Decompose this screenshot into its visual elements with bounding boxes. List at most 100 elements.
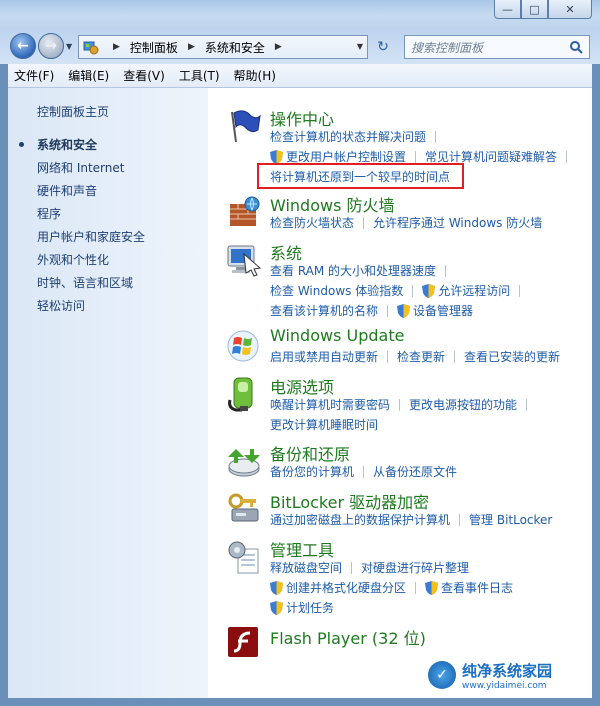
- sidebar-item-system-security[interactable]: 系统和安全: [37, 136, 97, 153]
- menu-help[interactable]: 帮助(H): [234, 67, 276, 84]
- computer-icon: [227, 245, 262, 277]
- forward-button[interactable]: →: [38, 33, 64, 59]
- link-experience-index[interactable]: 检查 Windows 体验指数: [270, 282, 403, 299]
- sidebar-item-ease-of-access[interactable]: 轻松访问: [37, 297, 85, 314]
- menu-file[interactable]: 文件(F): [14, 67, 54, 84]
- flag-icon: [231, 110, 261, 143]
- sidebar-item-user-accounts[interactable]: 用户帐户和家庭安全: [37, 228, 145, 245]
- separator: [445, 264, 447, 277]
- close-button[interactable]: ✕: [548, 0, 592, 19]
- link-defragment[interactable]: 对硬盘进行碎片整理: [361, 559, 469, 576]
- breadcrumb-separator-icon[interactable]: ▶: [188, 42, 195, 52]
- sidebar-item-home[interactable]: 控制面板主页: [37, 103, 109, 120]
- sidebar-item-appearance[interactable]: 外观和个性化: [37, 251, 109, 268]
- link-row: 更改计算机睡眠时间: [270, 416, 378, 433]
- history-dropdown-icon[interactable]: ▼: [66, 42, 72, 51]
- link-check-updates[interactable]: 检查更新: [397, 348, 445, 365]
- link-sleep-time[interactable]: 更改计算机睡眠时间: [270, 416, 378, 433]
- link-encrypt-disk[interactable]: 通过加密磁盘上的数据保护计算机: [270, 511, 450, 528]
- menu-edit[interactable]: 编辑(E): [68, 67, 109, 84]
- category-title[interactable]: 电源选项: [270, 374, 334, 398]
- link-backup-computer[interactable]: 备份您的计算机: [270, 463, 354, 480]
- link-event-log[interactable]: 查看事件日志: [441, 579, 513, 596]
- watermark-url: www.yidaimei.com: [462, 680, 547, 691]
- category-title[interactable]: Flash Player (32 位): [270, 625, 426, 649]
- link-view-ram[interactable]: 查看 RAM 的大小和处理器速度: [270, 262, 436, 279]
- link-wake-password[interactable]: 唤醒计算机时需要密码: [270, 396, 390, 413]
- link-computer-name[interactable]: 查看该计算机的名称: [270, 302, 378, 319]
- link-scheduled-tasks[interactable]: 计划任务: [286, 599, 334, 616]
- link-row: 唤醒计算机时需要密码 更改电源按钮的功能: [270, 396, 536, 413]
- sidebar-item-network[interactable]: 网络和 Internet: [37, 159, 124, 176]
- arrow-right-icon: →: [45, 38, 57, 54]
- control-panel-icon: [83, 41, 99, 55]
- bitlocker-icon: [228, 493, 259, 522]
- breadcrumb-separator-icon[interactable]: ▶: [113, 42, 120, 52]
- active-bullet-icon: [19, 142, 24, 147]
- link-allow-program[interactable]: 允许程序通过 Windows 防火墙: [373, 214, 542, 231]
- separator: [399, 398, 401, 411]
- link-row: 释放磁盘空间 对硬盘进行碎片整理: [270, 559, 469, 576]
- uac-shield-icon: [425, 580, 439, 595]
- category-title[interactable]: BitLocker 驱动器加密: [270, 489, 429, 513]
- breadcrumb-control-panel[interactable]: 控制面板: [130, 39, 178, 56]
- separator: [351, 561, 353, 574]
- uac-shield-icon: [270, 149, 283, 164]
- link-power-button[interactable]: 更改电源按钮的功能: [409, 396, 517, 413]
- separator: [387, 304, 389, 317]
- caption-buttons: — □ ✕: [494, 0, 592, 19]
- arrow-left-icon: ←: [17, 38, 29, 54]
- search-icon[interactable]: [569, 40, 583, 54]
- breadcrumb-system-security[interactable]: 系统和安全: [205, 39, 265, 56]
- search-input[interactable]: 搜索控制面板: [404, 35, 590, 59]
- link-check-status[interactable]: 检查计算机的状态并解决问题: [270, 128, 426, 145]
- separator: [519, 284, 521, 297]
- uac-shield-icon: [422, 283, 436, 298]
- maximize-button[interactable]: □: [521, 0, 548, 19]
- breadcrumb: ▶ 控制面板 ▶ 系统和安全 ▶: [103, 39, 292, 56]
- link-manage-bitlocker[interactable]: 管理 BitLocker: [469, 511, 552, 528]
- link-remote-access[interactable]: 允许远程访问: [438, 282, 510, 299]
- address-bar[interactable]: ▶ 控制面板 ▶ 系统和安全 ▶ ▼: [78, 35, 368, 59]
- link-device-manager[interactable]: 设备管理器: [413, 302, 473, 319]
- address-dropdown-icon[interactable]: ▼: [357, 42, 363, 51]
- category-title[interactable]: 管理工具: [270, 537, 334, 561]
- separator: [566, 150, 568, 163]
- category-title[interactable]: Windows Update: [270, 326, 404, 345]
- link-row: 检查计算机的状态并解决问题: [270, 128, 445, 145]
- sidebar-item-hardware[interactable]: 硬件和声音: [37, 182, 97, 199]
- link-installed-updates[interactable]: 查看已安装的更新: [464, 348, 560, 365]
- separator: [454, 350, 456, 363]
- menu-bar: 文件(F) 编辑(E) 查看(V) 工具(T) 帮助(H): [8, 64, 592, 88]
- category-title[interactable]: 备份和还原: [270, 441, 350, 465]
- sidebar-item-clock-language[interactable]: 时钟、语言和区域: [37, 274, 133, 291]
- menu-view[interactable]: 查看(V): [123, 67, 165, 84]
- uac-shield-icon: [270, 580, 283, 595]
- admin-tools-icon: [228, 541, 259, 574]
- category-title[interactable]: 系统: [270, 240, 302, 264]
- category-title[interactable]: Windows 防火墙: [270, 192, 395, 216]
- breadcrumb-separator-icon[interactable]: ▶: [275, 42, 282, 52]
- refresh-icon[interactable]: ↻: [373, 37, 393, 57]
- link-restore-files[interactable]: 从备份还原文件: [373, 463, 457, 480]
- address-row: ← → ▼ ▶ 控制面板 ▶ 系统和安全 ▶ ▼ ↻ 搜索控制面板: [0, 28, 600, 64]
- sidebar-item-programs[interactable]: 程序: [37, 205, 61, 222]
- windows-update-icon: [227, 330, 259, 362]
- power-icon: [228, 377, 253, 412]
- link-create-partition[interactable]: 创建并格式化硬盘分区: [286, 579, 406, 596]
- link-row: 检查 Windows 体验指数 允许远程访问: [270, 282, 529, 299]
- link-firewall-status[interactable]: 检查防火墙状态: [270, 214, 354, 231]
- link-auto-update[interactable]: 启用或禁用自动更新: [270, 348, 378, 365]
- separator: [415, 150, 417, 163]
- menu-tools[interactable]: 工具(T): [179, 67, 220, 84]
- highlight-box: [257, 163, 464, 189]
- separator: [412, 284, 414, 297]
- minimize-button[interactable]: —: [494, 0, 521, 19]
- category-title[interactable]: 操作中心: [270, 106, 334, 130]
- back-button[interactable]: ←: [10, 33, 36, 59]
- separator: [526, 398, 528, 411]
- uac-shield-icon: [397, 303, 411, 318]
- separator: [459, 513, 461, 526]
- separator: [415, 581, 417, 594]
- link-disk-cleanup[interactable]: 释放磁盘空间: [270, 559, 342, 576]
